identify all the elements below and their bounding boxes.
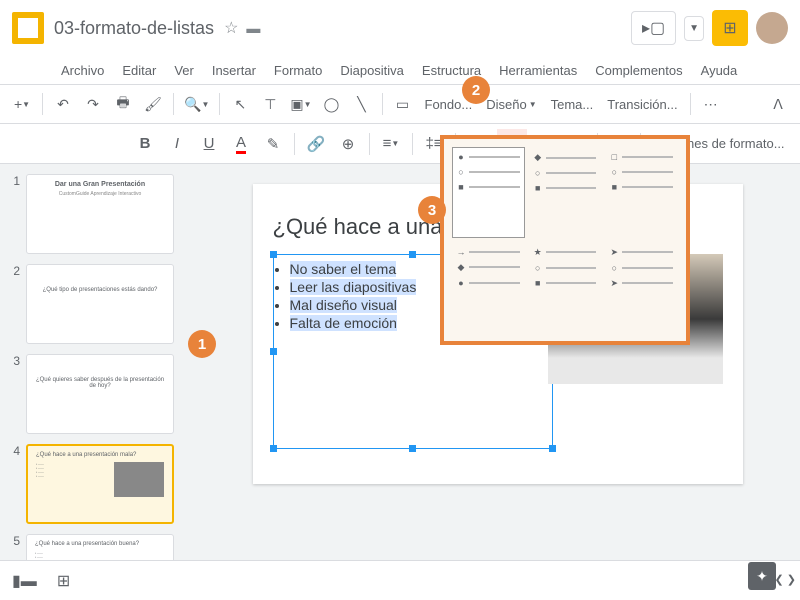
underline-icon[interactable]: U xyxy=(194,129,224,159)
bullet-option-arrow[interactable]: → ◆ ● xyxy=(452,242,525,334)
callout-1: 1 xyxy=(188,330,216,358)
menu-complementos[interactable]: Complementos xyxy=(588,59,689,82)
italic-icon[interactable]: I xyxy=(162,129,192,159)
doc-title[interactable]: 03-formato-de-listas xyxy=(54,18,214,39)
present-dropdown[interactable]: ▼ xyxy=(684,16,704,41)
explore-icon[interactable]: ✦ xyxy=(748,562,776,590)
comment-add-icon[interactable]: ⊕ xyxy=(333,129,363,159)
thumb-4[interactable]: ¿Qué hace a una presentación mala? • ——•… xyxy=(26,444,174,524)
menu-ayuda[interactable]: Ayuda xyxy=(694,59,745,82)
image-icon[interactable]: ▣ ▼ xyxy=(286,90,315,118)
slides-logo-icon xyxy=(12,12,44,44)
grid-view-icon[interactable]: ⊞ xyxy=(57,571,70,591)
line-icon[interactable]: ╲ xyxy=(348,90,376,118)
avatar[interactable] xyxy=(756,12,788,44)
paint-format-icon[interactable]: 🖌 xyxy=(139,90,167,118)
shape-icon[interactable]: ◯ xyxy=(318,90,346,118)
text-color-icon[interactable]: A xyxy=(226,129,256,159)
print-icon[interactable]: 🖶 xyxy=(109,90,137,118)
bullet-option-star[interactable]: ★ ○ ■ xyxy=(529,242,602,334)
present-button[interactable]: ▸▢ xyxy=(631,11,676,45)
menu-insertar[interactable]: Insertar xyxy=(205,59,263,82)
menu-diapositiva[interactable]: Diapositiva xyxy=(333,59,411,82)
bullet-option-disc[interactable]: ● ○ ■ xyxy=(452,147,525,238)
thumb-3[interactable]: ¿Qué quieres saber después de la present… xyxy=(26,354,174,434)
bold-icon[interactable]: B xyxy=(130,129,160,159)
menu-ver[interactable]: Ver xyxy=(167,59,201,82)
callout-2: 2 xyxy=(462,76,490,104)
slide-panel: 1 Dar una Gran PresentaciónCustomGuide A… xyxy=(0,164,195,600)
theme-button[interactable]: Tema... xyxy=(545,97,600,112)
menubar: Archivo Editar Ver Insertar Formato Diap… xyxy=(0,56,800,84)
layout-button[interactable]: Diseño▼ xyxy=(480,97,542,112)
main-toolbar: + ▼ ↶ ↷ 🖶 🖌 🔍 ▼ ↖ ⊤ ▣ ▼ ◯ ╲ ▭ Fondo... D… xyxy=(0,84,800,124)
undo-button[interactable]: ↶ xyxy=(49,90,77,118)
new-slide-button[interactable]: + ▼ xyxy=(8,90,36,118)
bullet-style-dropdown: ● ○ ■ ◆ ○ ■ □ ○ ■ → ◆ ● ★ ○ ■ ➤ ○ ➤ xyxy=(440,135,690,345)
apps-grid-icon[interactable]: ⊞ xyxy=(712,10,748,46)
menu-archivo[interactable]: Archivo xyxy=(54,59,111,82)
bottom-bar: ▮▬ ⊞ xyxy=(0,560,800,600)
callout-3: 3 xyxy=(418,196,446,224)
redo-button[interactable]: ↷ xyxy=(79,90,107,118)
link-icon[interactable]: 🔗 xyxy=(301,129,331,159)
select-icon[interactable]: ↖ xyxy=(226,90,254,118)
more-icon[interactable]: ⋯ xyxy=(697,90,725,118)
thumb-2[interactable]: ¿Qué tipo de presentaciones estás dando? xyxy=(26,264,174,344)
menu-formato[interactable]: Formato xyxy=(267,59,329,82)
comment-icon[interactable]: ▭ xyxy=(389,90,417,118)
zoom-icon[interactable]: 🔍 ▼ xyxy=(180,90,213,118)
collapse-icon[interactable]: ᐱ xyxy=(764,90,792,118)
bullet-option-square[interactable]: □ ○ ■ xyxy=(605,147,678,238)
textbox-icon[interactable]: ⊤ xyxy=(256,90,284,118)
bullet-option-play[interactable]: ➤ ○ ➤ xyxy=(605,242,678,334)
highlight-icon[interactable]: ✎ xyxy=(258,129,288,159)
folder-icon[interactable]: ▬ xyxy=(246,20,260,36)
menu-editar[interactable]: Editar xyxy=(115,59,163,82)
star-icon[interactable]: ☆ xyxy=(224,18,238,38)
filmstrip-view-icon[interactable]: ▮▬ xyxy=(12,571,37,591)
menu-herramientas[interactable]: Herramientas xyxy=(492,59,584,82)
bullet-option-diamond[interactable]: ◆ ○ ■ xyxy=(529,147,602,238)
transition-button[interactable]: Transición... xyxy=(601,97,683,112)
scroll-right-icon[interactable]: ❮ ❯ xyxy=(775,573,797,586)
thumb-1[interactable]: Dar una Gran PresentaciónCustomGuide Apr… xyxy=(26,174,174,254)
align-icon[interactable]: ≡ ▼ xyxy=(376,129,406,159)
